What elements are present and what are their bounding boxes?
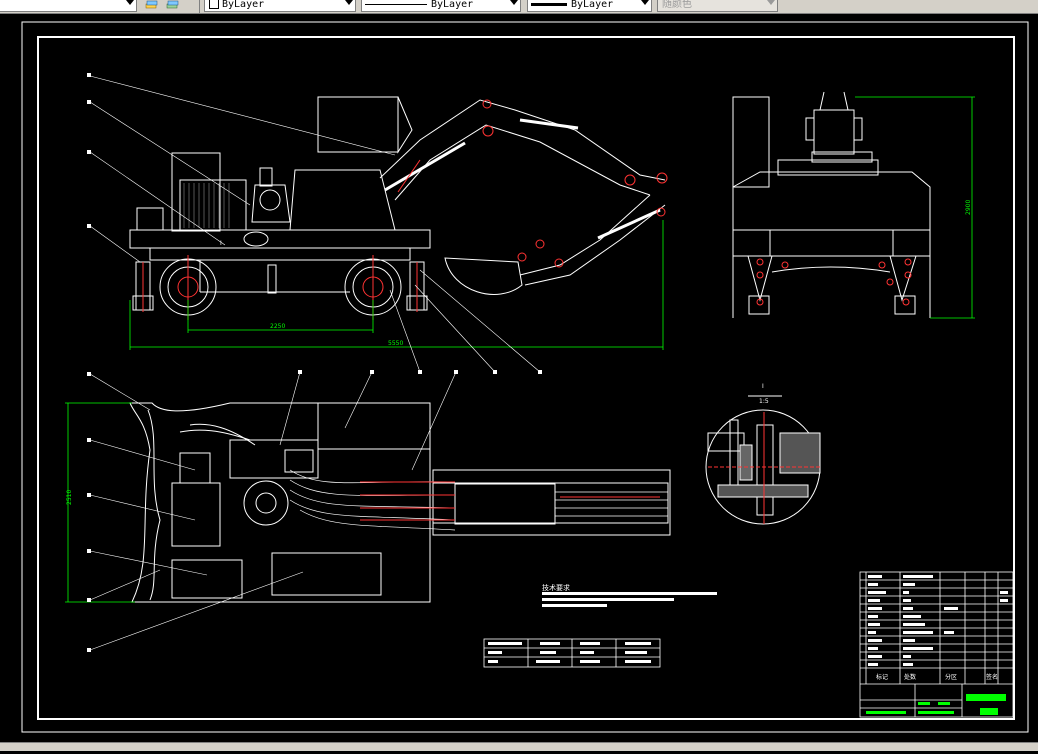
properties-toolbar: ByLayer ByLayer ByLayer 随颜色 <box>0 0 1038 14</box>
detail-scale: 1:5 <box>759 398 769 405</box>
layer-dropdown-tail[interactable] <box>0 0 137 12</box>
chevron-down-icon <box>510 0 518 5</box>
color-swatch <box>209 0 219 9</box>
layer-previous-icon[interactable] <box>166 0 179 10</box>
plan-view-centerlines <box>360 481 660 521</box>
dim-wheelbase: 2250 <box>270 323 285 330</box>
linetype-preview <box>365 4 427 5</box>
detail-label: I <box>762 383 764 390</box>
chevron-down-icon <box>767 0 775 5</box>
dim-overall-length: 5550 <box>388 340 403 347</box>
tech-requirements-text <box>542 592 717 607</box>
plotstyle-dropdown: 随颜色 <box>657 0 778 12</box>
front-view-dimensions <box>855 96 975 319</box>
lineweight-preview <box>531 3 567 6</box>
lineweight-dropdown-value: ByLayer <box>571 0 614 10</box>
lineweight-dropdown[interactable]: ByLayer <box>527 0 652 12</box>
parameter-table-text <box>488 642 651 663</box>
drawing-frame <box>37 36 1015 720</box>
dim-side-height: 2900 <box>965 200 972 215</box>
model-space-canvas[interactable]: 2250 5550 I 2900 2510 I 1:5 技术要求 标记 处数 分… <box>0 14 1038 750</box>
drawing-svg: 2250 5550 I 2900 2510 I 1:5 技术要求 标记 处数 分… <box>21 21 1029 733</box>
chevron-down-icon <box>641 0 649 5</box>
plan-view-dimensions <box>65 402 135 603</box>
dim-plan-width: 2510 <box>66 490 73 505</box>
view-marker-label: I <box>220 240 222 247</box>
chevron-down-icon <box>126 0 134 5</box>
plan-view <box>129 402 671 603</box>
chevron-down-icon <box>345 0 353 5</box>
make-layer-current-icon[interactable] <box>145 0 158 10</box>
side-view-leaders <box>89 75 541 373</box>
front-view-centerlines <box>756 258 912 306</box>
linetype-dropdown[interactable]: ByLayer <box>361 0 521 12</box>
side-view <box>129 96 666 316</box>
front-view <box>732 91 931 318</box>
side-view-dimensions <box>129 220 664 350</box>
tech-requirements-title: 技术要求 <box>542 583 570 592</box>
title-block-highlights <box>866 694 1006 715</box>
title-block-header-count: 处数 <box>904 673 916 681</box>
toolbar-separator <box>199 0 200 13</box>
side-view-centerlines <box>142 99 668 320</box>
color-dropdown-value: ByLayer <box>222 0 265 10</box>
color-dropdown[interactable]: ByLayer <box>204 0 356 12</box>
title-block-header-mark: 标记 <box>876 673 888 681</box>
linetype-dropdown-value: ByLayer <box>431 0 474 10</box>
plotstyle-dropdown-value: 随颜色 <box>662 0 692 10</box>
side-view-balloons <box>87 73 542 374</box>
title-block-header-sign: 签名 <box>986 673 998 681</box>
title-block-header-zone: 分区 <box>945 673 957 681</box>
detail-view-i <box>705 395 821 525</box>
